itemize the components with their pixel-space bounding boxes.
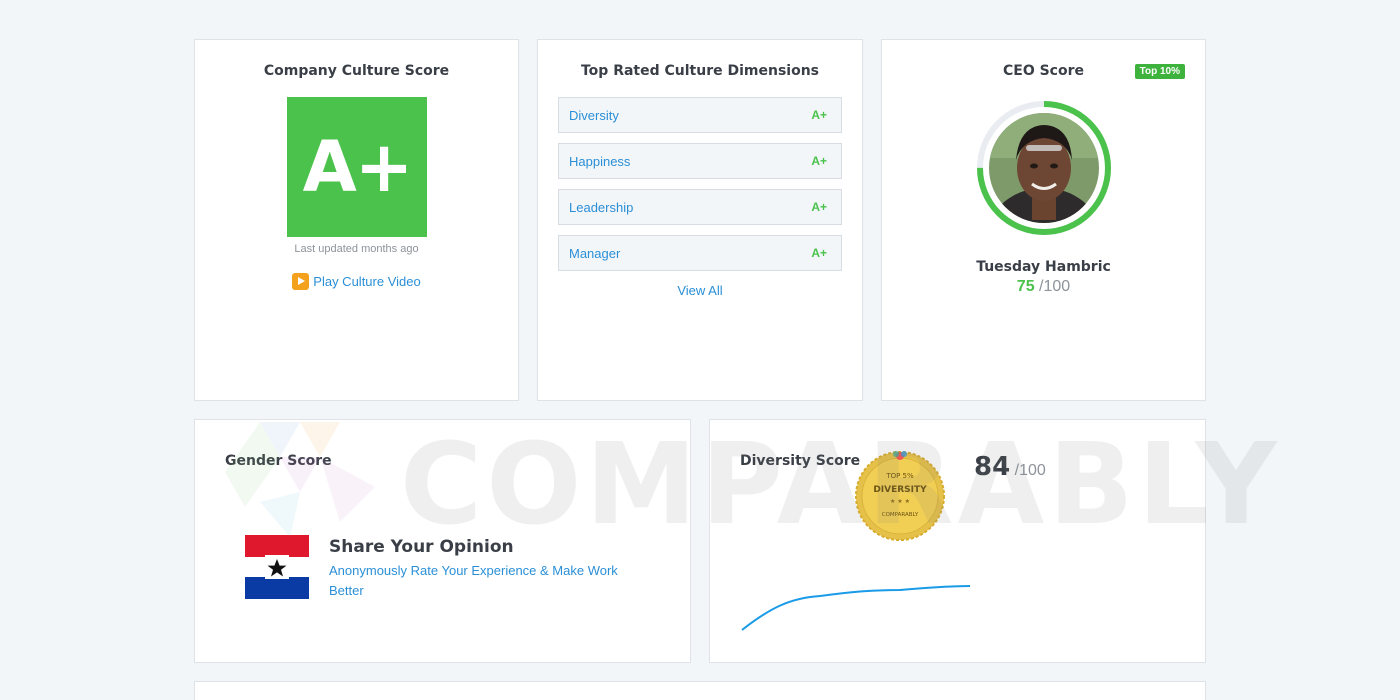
- share-opinion-title: Share Your Opinion: [329, 537, 514, 557]
- ceo-name: Tuesday Hambric: [976, 259, 1111, 275]
- gender-score-title: Gender Score: [225, 453, 332, 469]
- seal-line-top: TOP 5%: [885, 472, 914, 480]
- dimension-row-manager[interactable]: Manager A+: [558, 235, 842, 271]
- dimension-grade: A+: [811, 246, 827, 260]
- diversity-score-title: Diversity Score: [740, 453, 861, 469]
- diversity-score-value: 84 /100: [974, 452, 1046, 482]
- ceo-avatar: [989, 113, 1099, 223]
- top-rated-title: Top Rated Culture Dimensions: [580, 63, 819, 79]
- diversity-score-max: /100: [1014, 462, 1046, 479]
- dimension-label: Leadership: [569, 199, 634, 215]
- dimension-row-diversity[interactable]: Diversity A+: [558, 97, 842, 133]
- dimension-row-happiness[interactable]: Happiness A+: [558, 143, 842, 179]
- dimension-label: Manager: [569, 245, 621, 261]
- dimension-label: Happiness: [569, 153, 631, 169]
- dimension-row-leadership[interactable]: Leadership A+: [558, 189, 842, 225]
- ceo-score-card: CEO Score Top 10% Tuesday Hambric 75 /10…: [881, 39, 1206, 401]
- diversity-score-card: Diversity Score TOP 5% DIVERSITY ★ ★ ★ C…: [709, 419, 1206, 663]
- next-section-card: [194, 681, 1206, 700]
- last-updated-text: Last updated months ago: [294, 243, 419, 255]
- culture-grade-box: A+: [287, 97, 427, 237]
- flag-icon: [245, 535, 309, 599]
- ceo-score-value: 75 /100: [882, 278, 1205, 296]
- view-all-link[interactable]: View All: [538, 283, 862, 298]
- dimension-list: Diversity A+ Happiness A+ Leadership A+ …: [558, 97, 842, 281]
- seal-line-main: DIVERSITY: [873, 485, 927, 495]
- top-percent-badge: Top 10%: [1134, 64, 1185, 79]
- diversity-score-number: 84: [974, 452, 1011, 482]
- ceo-score-ring: [977, 101, 1111, 235]
- seal-line-bottom: COMPARABLY: [882, 512, 919, 518]
- dimension-grade: A+: [811, 154, 827, 168]
- dimension-label: Diversity: [569, 107, 619, 123]
- play-culture-video-label: Play Culture Video: [313, 274, 421, 289]
- play-culture-video-link[interactable]: Play Culture Video: [195, 273, 518, 290]
- top-rated-dimensions-card: Top Rated Culture Dimensions Diversity A…: [537, 39, 863, 401]
- svg-text:★ ★ ★: ★ ★ ★: [890, 498, 910, 505]
- share-opinion-link[interactable]: Anonymously Rate Your Experience & Make …: [329, 561, 639, 601]
- company-culture-title: Company Culture Score: [263, 63, 450, 79]
- dimension-grade: A+: [811, 200, 827, 214]
- gender-score-card: Gender Score Share Your Opinion Anonymou…: [194, 419, 691, 663]
- play-icon: [292, 273, 310, 290]
- ceo-score-number: 75: [1016, 278, 1035, 295]
- diversity-trend-line: [741, 585, 971, 631]
- ceo-score-max: /100: [1039, 278, 1071, 295]
- dimension-grade: A+: [811, 108, 827, 122]
- top-diversity-seal-icon: TOP 5% DIVERSITY ★ ★ ★ COMPARABLY: [855, 451, 945, 541]
- company-culture-card: Company Culture Score A+ Last updated mo…: [194, 39, 519, 401]
